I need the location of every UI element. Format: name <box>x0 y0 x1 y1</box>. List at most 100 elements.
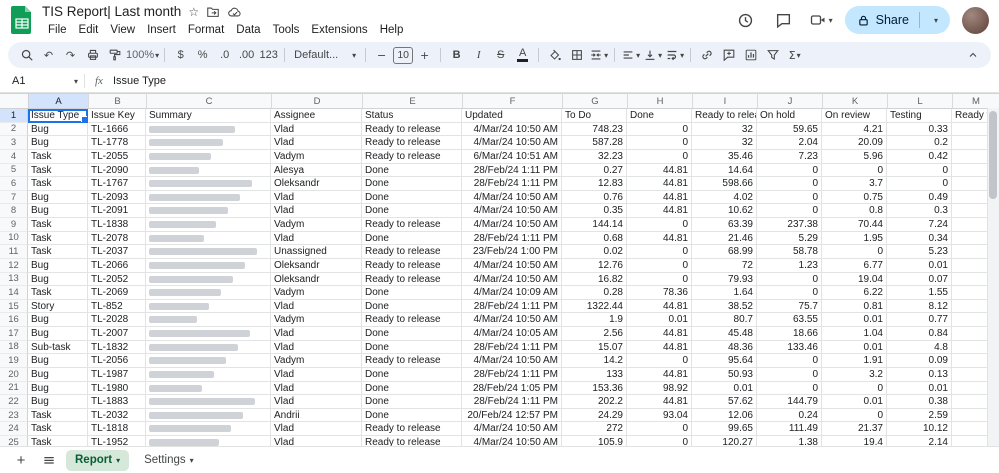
cell-J23[interactable]: 0.24 <box>757 409 822 423</box>
cell-H2[interactable]: 0 <box>627 123 692 137</box>
all-sheets-button[interactable]: ≡ <box>38 449 60 471</box>
cell-K10[interactable]: 1.95 <box>822 232 887 246</box>
cell-F4[interactable]: 6/Mar/24 10:51 AM <box>462 150 562 164</box>
cell-I9[interactable]: 63.39 <box>692 218 757 232</box>
cell-I14[interactable]: 1.64 <box>692 286 757 300</box>
cell-D17[interactable]: Vlad <box>271 327 362 341</box>
paint-format-button[interactable] <box>104 44 125 66</box>
cell-K18[interactable]: 0.01 <box>822 341 887 355</box>
vertical-align-button[interactable]: ▾ <box>642 44 663 66</box>
menu-insert[interactable]: Insert <box>141 23 182 37</box>
col-header-A[interactable]: A <box>29 94 89 108</box>
cell-E15[interactable]: Done <box>362 300 462 314</box>
fill-color-button[interactable] <box>544 44 565 66</box>
cell-A23[interactable]: Task <box>28 409 88 423</box>
cell-K25[interactable]: 19.4 <box>822 436 887 446</box>
row-header-21[interactable]: 21 <box>0 382 28 396</box>
cell-H13[interactable]: 0 <box>627 273 692 287</box>
row-header-19[interactable]: 19 <box>0 354 28 368</box>
cell-L10[interactable]: 0.34 <box>887 232 952 246</box>
cell-F6[interactable]: 28/Feb/24 1:11 PM <box>462 177 562 191</box>
cell-J25[interactable]: 1.38 <box>757 436 822 446</box>
cell-D6[interactable]: Oleksandr <box>271 177 362 191</box>
cell-H17[interactable]: 44.81 <box>627 327 692 341</box>
collapse-toolbar-button[interactable] <box>962 44 983 66</box>
cell-L13[interactable]: 0.07 <box>887 273 952 287</box>
cell-L3[interactable]: 0.2 <box>887 136 952 150</box>
cell-G5[interactable]: 0.27 <box>562 164 627 178</box>
cell-B13[interactable]: TL-2052 <box>88 273 146 287</box>
cell-C5[interactable] <box>146 164 271 178</box>
cell-G9[interactable]: 144.14 <box>562 218 627 232</box>
cell-E24[interactable]: Ready to release <box>362 422 462 436</box>
cell-J4[interactable]: 7.23 <box>757 150 822 164</box>
cell-D14[interactable]: Vadym <box>271 286 362 300</box>
cell-I19[interactable]: 95.64 <box>692 354 757 368</box>
col-header-E[interactable]: E <box>363 94 463 108</box>
version-history-icon[interactable] <box>733 7 759 33</box>
cell-L22[interactable]: 0.38 <box>887 395 952 409</box>
cell-B2[interactable]: TL-1666 <box>88 123 146 137</box>
insert-link-button[interactable] <box>696 44 717 66</box>
cell-E17[interactable]: Done <box>362 327 462 341</box>
sheet-tab-report[interactable]: Report ▾ <box>66 450 129 471</box>
cell-I8[interactable]: 10.62 <box>692 204 757 218</box>
cell-G13[interactable]: 16.82 <box>562 273 627 287</box>
row-header-25[interactable]: 25 <box>0 436 28 446</box>
cell-J1[interactable]: On hold <box>757 109 822 123</box>
row-header-7[interactable]: 7 <box>0 191 28 205</box>
cell-A18[interactable]: Sub-task <box>28 341 88 355</box>
cell-K21[interactable]: 0 <box>822 382 887 396</box>
cell-G7[interactable]: 0.76 <box>562 191 627 205</box>
horizontal-align-button[interactable]: ▾ <box>620 44 641 66</box>
cell-J7[interactable]: 0 <box>757 191 822 205</box>
cell-E10[interactable]: Done <box>362 232 462 246</box>
cell-K2[interactable]: 4.21 <box>822 123 887 137</box>
cell-K16[interactable]: 0.01 <box>822 313 887 327</box>
cell-J12[interactable]: 1.23 <box>757 259 822 273</box>
menu-extensions[interactable]: Extensions <box>305 23 373 37</box>
cell-K7[interactable]: 0.75 <box>822 191 887 205</box>
cell-L4[interactable]: 0.42 <box>887 150 952 164</box>
cell-F22[interactable]: 28/Feb/24 1:11 PM <box>462 395 562 409</box>
cell-I24[interactable]: 99.65 <box>692 422 757 436</box>
cell-D2[interactable]: Vlad <box>271 123 362 137</box>
cell-A4[interactable]: Task <box>28 150 88 164</box>
menu-edit[interactable]: Edit <box>73 23 105 37</box>
strikethrough-button[interactable]: S <box>490 44 511 66</box>
doc-title[interactable]: TIS Report| Last month <box>42 4 181 19</box>
cell-E5[interactable]: Done <box>362 164 462 178</box>
cell-J20[interactable]: 0 <box>757 368 822 382</box>
cell-L19[interactable]: 0.09 <box>887 354 952 368</box>
cell-B10[interactable]: TL-2078 <box>88 232 146 246</box>
cell-E2[interactable]: Ready to release <box>362 123 462 137</box>
cell-E16[interactable]: Ready to release <box>362 313 462 327</box>
cell-F20[interactable]: 28/Feb/24 1:11 PM <box>462 368 562 382</box>
cell-E3[interactable]: Ready to release <box>362 136 462 150</box>
cell-F5[interactable]: 28/Feb/24 1:11 PM <box>462 164 562 178</box>
cell-B21[interactable]: TL-1980 <box>88 382 146 396</box>
cell-A12[interactable]: Bug <box>28 259 88 273</box>
cell-H8[interactable]: 44.81 <box>627 204 692 218</box>
cell-B16[interactable]: TL-2028 <box>88 313 146 327</box>
cell-C13[interactable] <box>146 273 271 287</box>
menu-data[interactable]: Data <box>230 23 266 37</box>
cell-A25[interactable]: Task <box>28 436 88 446</box>
cell-B6[interactable]: TL-1767 <box>88 177 146 191</box>
cell-E12[interactable]: Ready to release <box>362 259 462 273</box>
formula-input[interactable]: Issue Type <box>113 75 166 87</box>
cloud-saved-icon[interactable] <box>227 5 242 19</box>
cell-F13[interactable]: 4/Mar/24 10:50 AM <box>462 273 562 287</box>
cell-E7[interactable]: Done <box>362 191 462 205</box>
cell-G6[interactable]: 12.83 <box>562 177 627 191</box>
row-header-14[interactable]: 14 <box>0 286 28 300</box>
cell-H25[interactable]: 0 <box>627 436 692 446</box>
bold-button[interactable]: B <box>446 44 467 66</box>
cell-F12[interactable]: 4/Mar/24 10:50 AM <box>462 259 562 273</box>
cell-G15[interactable]: 1322.44 <box>562 300 627 314</box>
cell-H6[interactable]: 44.81 <box>627 177 692 191</box>
cell-K6[interactable]: 3.7 <box>822 177 887 191</box>
cell-L14[interactable]: 1.55 <box>887 286 952 300</box>
cell-C6[interactable] <box>146 177 271 191</box>
cell-D13[interactable]: Oleksandr <box>271 273 362 287</box>
